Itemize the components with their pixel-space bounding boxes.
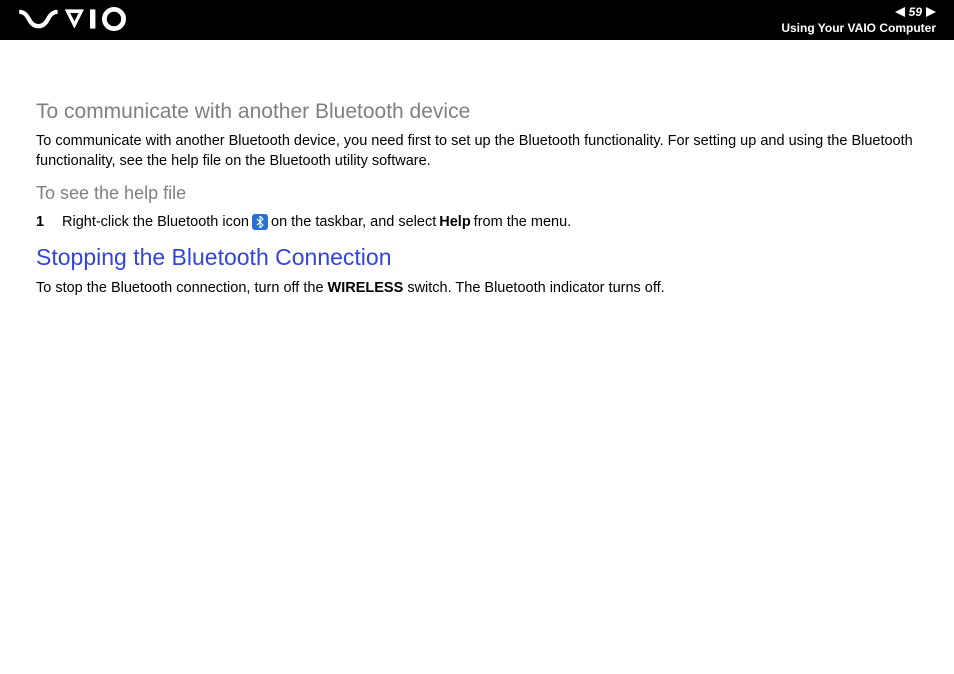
heading-stopping: Stopping the Bluetooth Connection: [36, 244, 926, 271]
step-number: 1: [36, 214, 62, 230]
para-stop-bold: WIRELESS: [328, 280, 404, 296]
para-stop-b: switch. The Bluetooth indicator turns of…: [407, 280, 664, 296]
page-navigation: 59: [781, 5, 936, 19]
step-text: Right-click the Bluetooth icon on the ta…: [62, 214, 571, 230]
bluetooth-icon: [252, 214, 268, 230]
vaio-logo: [0, 5, 138, 36]
step-text-b: on the taskbar, and select: [271, 214, 436, 230]
header-subtitle: Using Your VAIO Computer: [781, 21, 936, 35]
page-number: 59: [909, 5, 922, 19]
step-text-c: from the menu.: [474, 214, 572, 230]
heading-communicate: To communicate with another Bluetooth de…: [36, 100, 926, 124]
paragraph-communicate: To communicate with another Bluetooth de…: [36, 132, 926, 171]
para-stop-a: To stop the Bluetooth connection, turn o…: [36, 280, 324, 296]
paragraph-stopping: To stop the Bluetooth connection, turn o…: [36, 279, 926, 299]
header-right: 59 Using Your VAIO Computer: [781, 5, 936, 35]
vaio-logo-icon: [18, 7, 138, 31]
next-page-arrow-icon[interactable]: [926, 7, 936, 17]
heading-helpfile: To see the help file: [36, 183, 926, 204]
prev-page-arrow-icon[interactable]: [895, 7, 905, 17]
page-content: To communicate with another Bluetooth de…: [0, 40, 954, 299]
step-text-a: Right-click the Bluetooth icon: [62, 214, 249, 230]
step-1: 1 Right-click the Bluetooth icon on the …: [36, 214, 926, 230]
step-text-bold: Help: [439, 214, 470, 230]
header-bar: 59 Using Your VAIO Computer: [0, 0, 954, 40]
